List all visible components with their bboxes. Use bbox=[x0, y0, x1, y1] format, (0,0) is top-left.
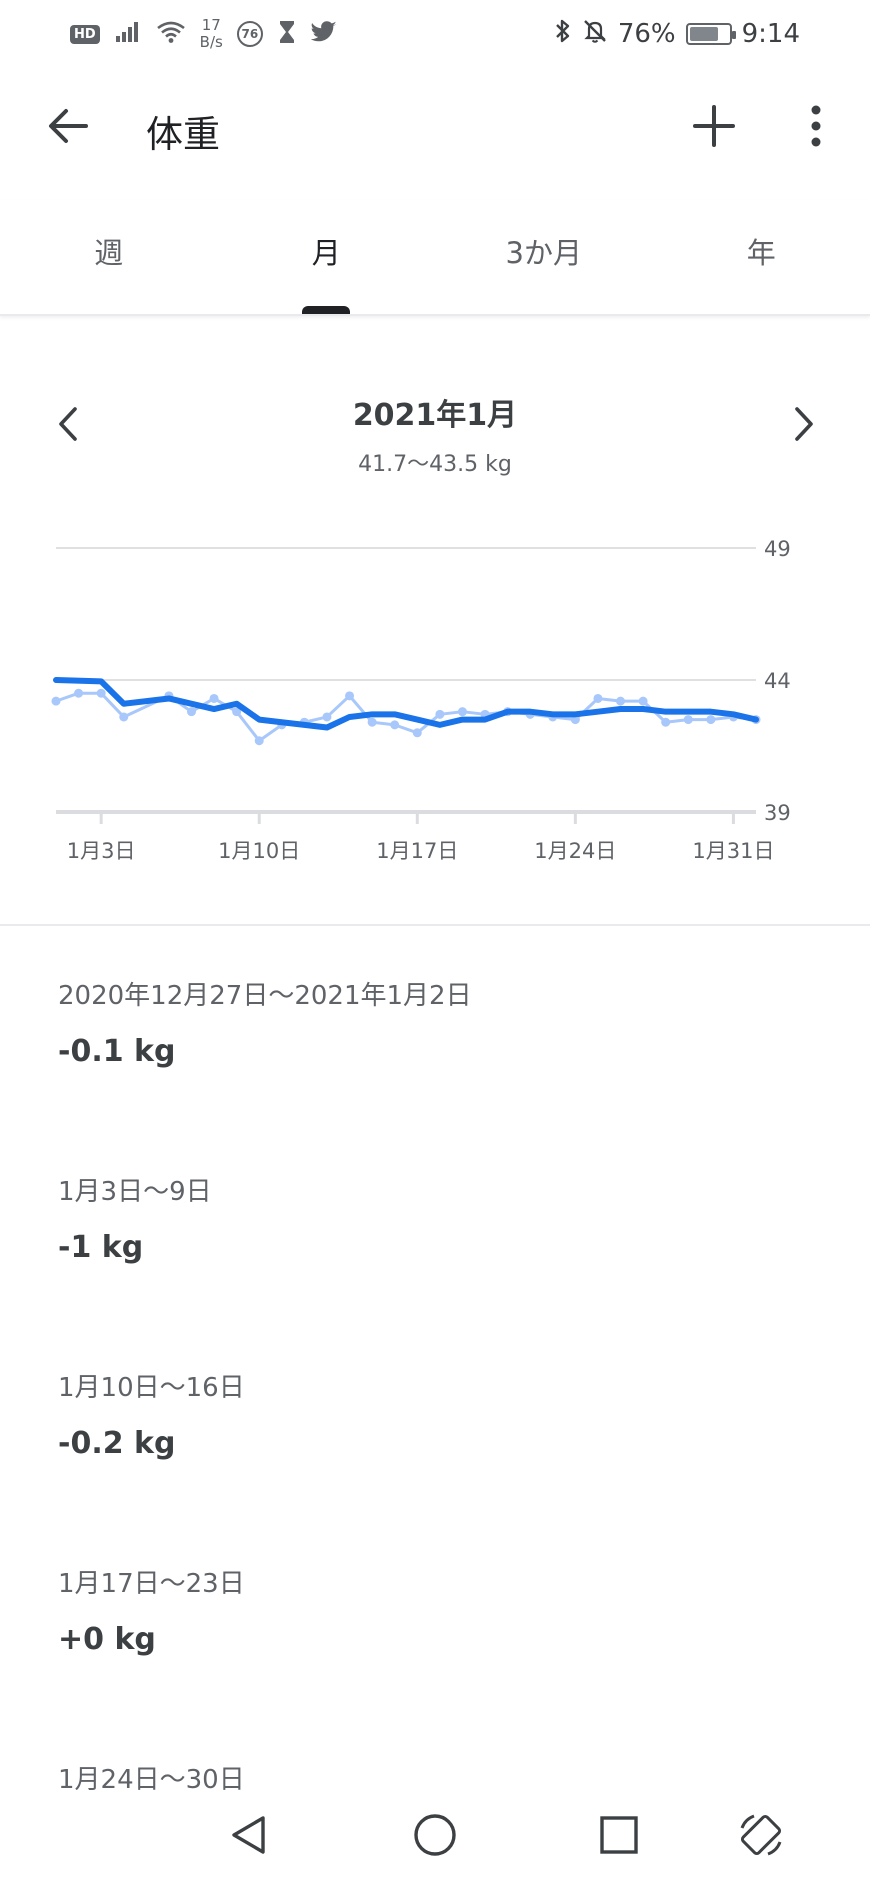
period-title: 2021年1月 bbox=[352, 398, 518, 433]
app-bar: 体重 bbox=[0, 66, 870, 200]
rotate-screen-button[interactable] bbox=[728, 1804, 794, 1870]
daily-weight-point bbox=[661, 717, 671, 727]
network-speed-unit: B/s bbox=[199, 33, 223, 51]
system-nav-bar bbox=[0, 1790, 870, 1884]
status-right: 76% 9:14 bbox=[554, 14, 800, 54]
x-tick-label: 1月3日 bbox=[67, 839, 136, 863]
circle-home-icon bbox=[412, 1812, 458, 1862]
y-tick-label: 39 bbox=[764, 801, 791, 825]
trend-weight-line bbox=[53, 677, 759, 731]
network-speed-value: 17 bbox=[201, 16, 221, 34]
signal-icon bbox=[114, 20, 142, 48]
daily-weight-point bbox=[51, 696, 61, 706]
wifi-icon bbox=[156, 20, 186, 48]
daily-weight-point bbox=[683, 715, 693, 725]
x-tick-label: 1月31日 bbox=[692, 839, 774, 863]
daily-weight-point bbox=[706, 715, 716, 725]
divider bbox=[0, 924, 870, 926]
y-tick-label: 44 bbox=[764, 669, 791, 693]
bluetooth-icon bbox=[554, 18, 572, 51]
period-range: 41.7〜43.5 kg bbox=[358, 452, 512, 477]
week-item[interactable]: 1月3日〜9日 -1 kg bbox=[58, 1174, 838, 1370]
week-change: -1 kg bbox=[58, 1230, 144, 1265]
y-tick-label: 49 bbox=[764, 537, 791, 561]
status-left: HD 17 B/s 76 bbox=[70, 14, 339, 54]
week-range: 1月24日〜30日 bbox=[58, 1765, 245, 1790]
week-change: -0.2 kg bbox=[58, 1426, 176, 1461]
arrow-left-icon bbox=[46, 106, 90, 150]
period-header: 2021年1月 41.7〜43.5 kg bbox=[0, 380, 870, 480]
square-recents-icon bbox=[597, 1813, 641, 1861]
nav-home-button[interactable] bbox=[402, 1804, 468, 1870]
back-button[interactable] bbox=[36, 96, 100, 160]
daily-weight-point bbox=[209, 693, 219, 703]
network-speed: 17 B/s bbox=[200, 17, 223, 51]
daily-weight-point bbox=[435, 709, 445, 719]
tab-month[interactable]: 月 bbox=[218, 200, 436, 314]
more-vertical-icon bbox=[810, 105, 822, 151]
daily-weight-point bbox=[367, 717, 377, 727]
hd-badge: HD bbox=[70, 24, 100, 44]
week-range: 1月10日〜16日 bbox=[58, 1373, 245, 1403]
nav-recents-button[interactable] bbox=[586, 1804, 652, 1870]
weight-chart: 49 44 39 1月3日 1月10日 1月17日 1月24日 1月31日 bbox=[0, 520, 870, 880]
daily-weight-point bbox=[412, 728, 422, 738]
weight-chart-svg: 49 44 39 1月3日 1月10日 1月17日 1月24日 1月31日 bbox=[51, 537, 791, 863]
more-options-button[interactable] bbox=[786, 96, 846, 160]
tab-3-months[interactable]: 3か月 bbox=[435, 200, 653, 314]
week-change: -0.1 kg bbox=[58, 1034, 176, 1069]
triangle-back-icon bbox=[227, 1813, 271, 1861]
week-item[interactable]: 2020年12月27日〜2021年1月2日 -0.1 kg bbox=[58, 978, 838, 1174]
daily-weight-point bbox=[616, 696, 626, 706]
battery-percent: 76% bbox=[617, 19, 676, 49]
notification-badge: 76 bbox=[236, 21, 263, 47]
daily-weight-point bbox=[345, 691, 355, 701]
week-range: 2020年12月27日〜2021年1月2日 bbox=[58, 981, 472, 1011]
week-item[interactable]: 1月24日〜30日 bbox=[58, 1762, 838, 1790]
daily-weight-point bbox=[457, 707, 467, 717]
period-tabs: 週 月 3か月 年 bbox=[0, 200, 870, 316]
status-bar: HD 17 B/s 76 76% 9:14 bbox=[0, 0, 870, 66]
daily-weight-point bbox=[322, 712, 332, 722]
daily-weight-point bbox=[254, 736, 264, 746]
next-period-button[interactable] bbox=[780, 402, 828, 450]
daily-weight-point bbox=[96, 688, 106, 698]
weekly-summary-list: 2020年12月27日〜2021年1月2日 -0.1 kg 1月3日〜9日 -1… bbox=[58, 978, 838, 1790]
tab-year[interactable]: 年 bbox=[653, 200, 870, 314]
x-tick-label: 1月24日 bbox=[534, 839, 616, 863]
week-range: 1月3日〜9日 bbox=[58, 1177, 212, 1207]
rotate-screen-icon bbox=[734, 1808, 788, 1866]
bell-off-icon bbox=[582, 18, 608, 51]
daily-weight-point bbox=[638, 696, 648, 706]
page-title: 体重 bbox=[146, 113, 220, 156]
battery-level bbox=[689, 27, 718, 41]
twitter-icon bbox=[310, 20, 339, 48]
week-item[interactable]: 1月17日〜23日 +0 kg bbox=[58, 1566, 838, 1762]
daily-weight-point bbox=[593, 693, 603, 703]
tab-week[interactable]: 週 bbox=[0, 200, 218, 314]
battery-icon bbox=[685, 23, 736, 45]
daily-weight-point bbox=[119, 712, 129, 722]
x-tick-label: 1月10日 bbox=[218, 839, 300, 863]
week-item[interactable]: 1月10日〜16日 -0.2 kg bbox=[58, 1370, 838, 1566]
chevron-right-icon bbox=[793, 406, 815, 446]
nav-back-button[interactable] bbox=[216, 1804, 282, 1870]
add-entry-button[interactable] bbox=[682, 96, 746, 160]
daily-weight-point bbox=[186, 707, 196, 717]
week-change: +0 kg bbox=[58, 1622, 156, 1657]
plus-icon bbox=[692, 104, 736, 152]
clock: 9:14 bbox=[741, 19, 800, 49]
daily-weight-point bbox=[390, 720, 400, 730]
daily-weight-point bbox=[74, 688, 84, 698]
x-tick-label: 1月17日 bbox=[376, 839, 458, 863]
week-range: 1月17日〜23日 bbox=[58, 1569, 245, 1599]
hourglass-icon bbox=[277, 19, 297, 49]
